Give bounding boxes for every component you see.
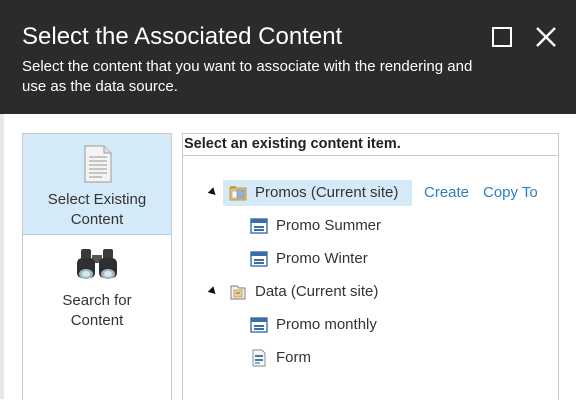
nav-select-existing-content[interactable]: Select Existing Content xyxy=(23,134,171,235)
nav-label-line: Search for xyxy=(62,292,132,309)
copy-to-link[interactable]: Copy To xyxy=(483,183,538,203)
dialog-left-edge xyxy=(0,114,4,399)
tree-node-data[interactable]: Data (Current site) xyxy=(255,282,378,302)
content-tree-panel: Select an existing content item. Promos … xyxy=(182,133,559,400)
folder-icon xyxy=(229,186,247,201)
form-icon xyxy=(252,349,266,367)
nav-search-for-content[interactable]: Search for Content xyxy=(23,235,171,335)
tree-header: Select an existing content item. xyxy=(183,134,558,156)
tree-node-promos[interactable]: Promos (Current site) xyxy=(255,183,398,203)
promo-template-icon xyxy=(250,218,268,234)
collapse-data-toggle[interactable] xyxy=(207,286,219,297)
document-icon xyxy=(84,145,112,183)
nav-item-label: Search for Content xyxy=(23,291,171,331)
data-folder-icon xyxy=(230,285,246,300)
nav-label-line: Content xyxy=(70,211,124,228)
dialog-subtitle: Select the content that you want to asso… xyxy=(22,58,473,95)
source-nav-panel: Select Existing Content Search for Conte… xyxy=(22,133,172,400)
nav-label-line: Content xyxy=(70,312,124,329)
create-link[interactable]: Create xyxy=(424,183,469,203)
tree-node-promo-winter[interactable]: Promo Winter xyxy=(276,249,368,269)
tree-header-label: Select an existing content item. xyxy=(184,136,401,152)
maximize-icon xyxy=(492,27,512,47)
tree-node-form[interactable]: Form xyxy=(276,348,311,368)
close-icon xyxy=(536,27,556,47)
tree-node-promo-monthly[interactable]: Promo monthly xyxy=(276,315,377,335)
promo-template-icon xyxy=(250,317,268,333)
tree-node-promo-summer[interactable]: Promo Summer xyxy=(276,216,381,236)
close-button[interactable] xyxy=(533,24,559,50)
nav-item-label: Select Existing Content xyxy=(23,190,171,230)
binoculars-icon xyxy=(77,249,117,279)
nav-label-line: Select Existing xyxy=(47,191,147,208)
dialog-title: Select the Associated Content xyxy=(22,23,343,50)
maximize-button[interactable] xyxy=(489,24,515,50)
dialog-header: Select the Associated Content Select the… xyxy=(0,0,576,114)
promo-template-icon xyxy=(250,251,268,267)
collapse-promos-toggle[interactable] xyxy=(207,187,219,198)
